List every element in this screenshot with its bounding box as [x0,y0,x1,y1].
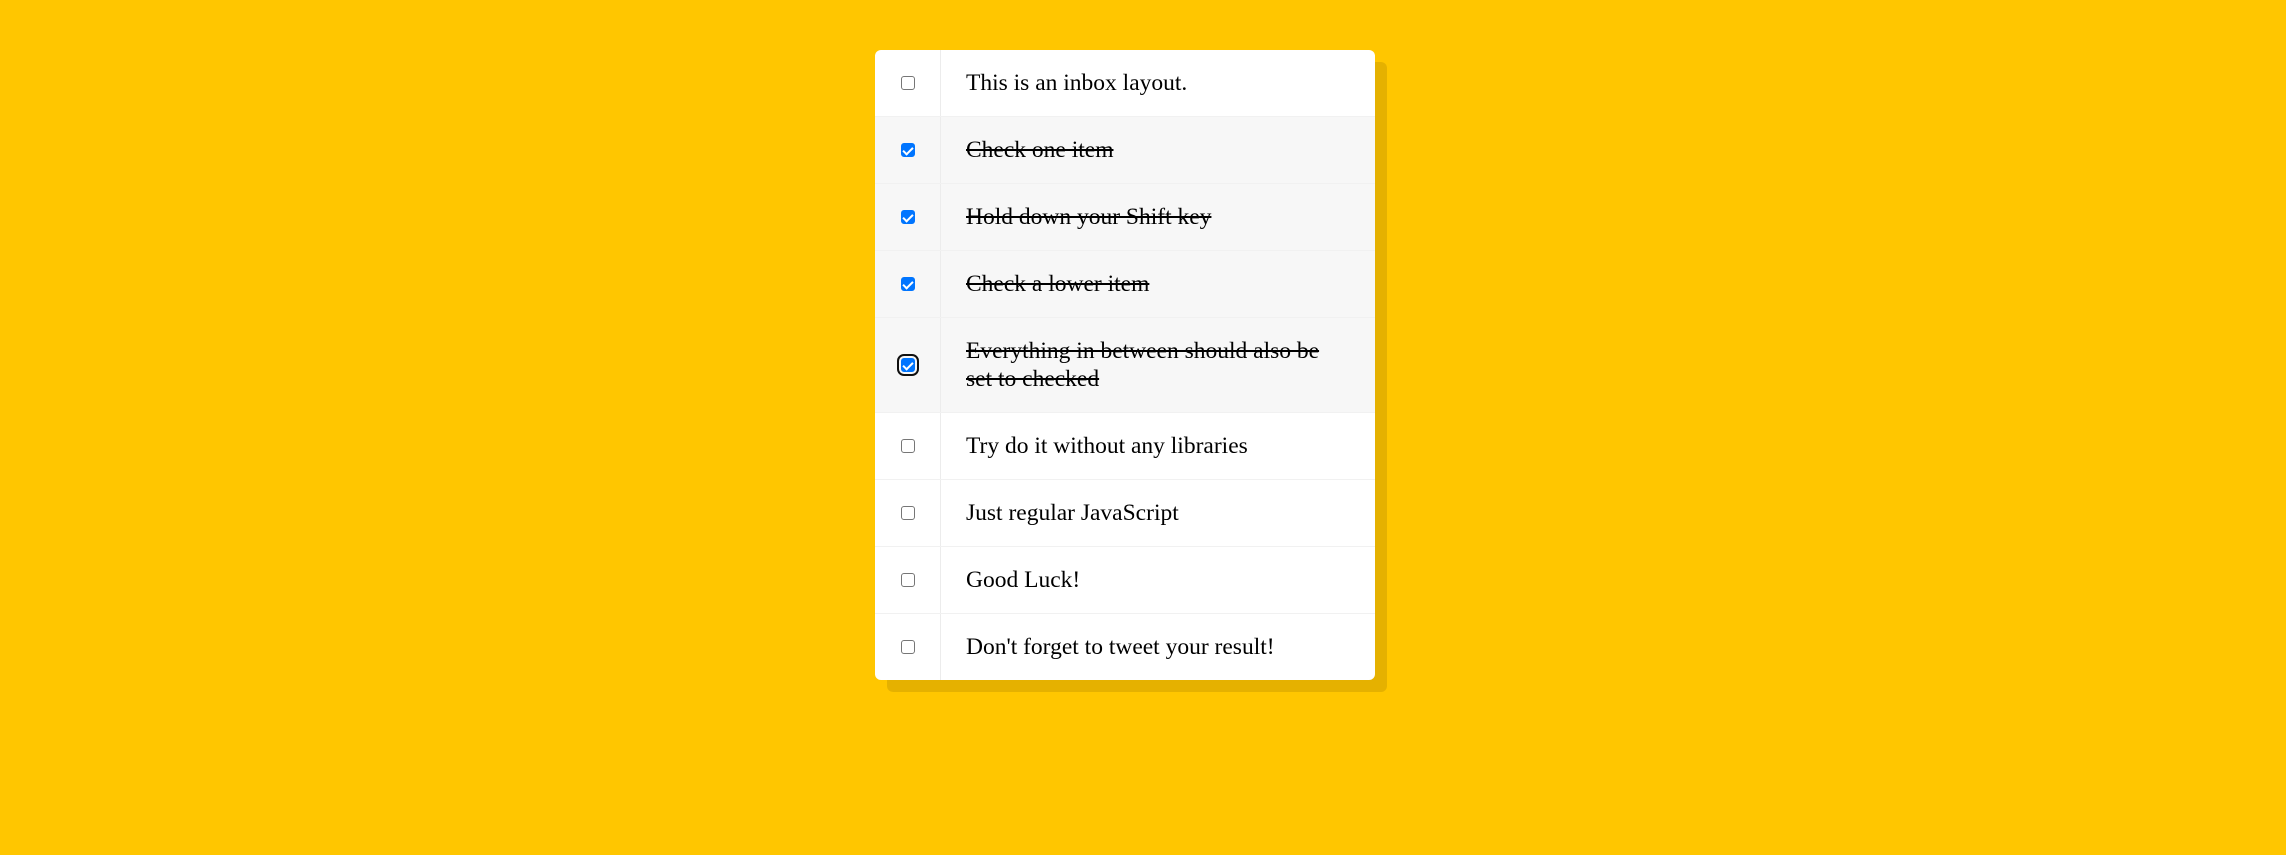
checkbox-cell [875,614,941,680]
checkbox-checked-icon[interactable] [896,354,919,376]
checkbox-empty-icon[interactable] [900,76,915,90]
item-label: Check a lower item [966,271,1150,297]
inbox-item[interactable]: Check one item [875,117,1375,184]
inbox-item[interactable]: Good Luck! [875,547,1375,614]
inbox-item[interactable]: Don't forget to tweet your result! [875,614,1375,680]
item-label: Try do it without any libraries [966,433,1248,459]
checkbox-checked-icon[interactable] [900,210,915,224]
checkbox-cell [875,413,941,479]
checkbox-empty-icon[interactable] [900,439,915,453]
item-label: Hold down your Shift key [966,204,1212,230]
item-label: Good Luck! [966,567,1081,593]
checkbox-cell [875,117,941,183]
checkbox-cell [875,50,941,116]
item-label: Just regular JavaScript [966,500,1179,526]
item-label: This is an inbox layout. [966,70,1188,96]
checkbox-empty-icon[interactable] [900,573,915,587]
checkbox-cell [875,480,941,546]
inbox-item[interactable]: Hold down your Shift key [875,184,1375,251]
checkbox-empty-icon[interactable] [900,640,915,654]
checkbox-checked-icon[interactable] [900,277,915,291]
item-label: Check one item [966,137,1114,163]
item-label: Everything in between should also be set… [966,338,1320,392]
checkbox-empty-icon[interactable] [900,506,915,520]
checkbox-cell [875,318,941,412]
checkbox-cell [875,251,941,317]
inbox-item[interactable]: Try do it without any libraries [875,413,1375,480]
inbox: This is an inbox layout. Check one item … [875,50,1375,680]
inbox-item[interactable]: Everything in between should also be set… [875,318,1375,413]
checkbox-cell [875,184,941,250]
inbox-item[interactable]: Just regular JavaScript [875,480,1375,547]
item-label: Don't forget to tweet your result! [966,634,1275,660]
inbox-item[interactable]: This is an inbox layout. [875,50,1375,117]
checkbox-cell [875,547,941,613]
inbox-item[interactable]: Check a lower item [875,251,1375,318]
checkbox-checked-icon[interactable] [900,143,915,157]
